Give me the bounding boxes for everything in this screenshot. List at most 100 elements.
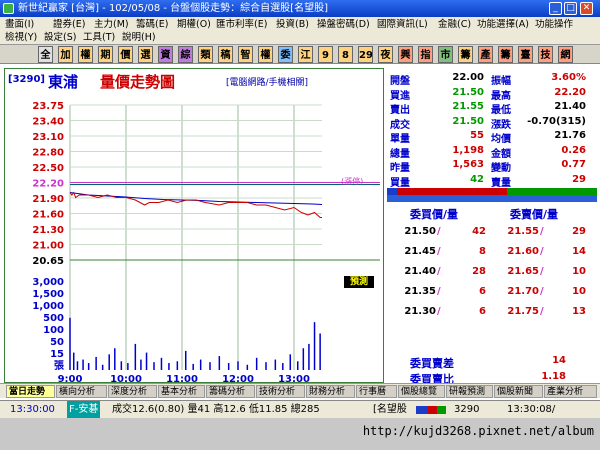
quote-label: 金額 — [491, 148, 511, 160]
volume-tick-label: 3,000 — [32, 277, 64, 288]
quote-value: -0.70(315) — [527, 115, 586, 127]
quote-value: 0.77 — [561, 159, 586, 170]
quote-label: 振幅 — [491, 76, 511, 87]
quote-label: 單量 — [390, 134, 410, 145]
ask-volume: 14 — [572, 246, 586, 257]
bottom-tab[interactable]: 產業分析 — [544, 385, 597, 398]
ask-header: 委賣價/量 — [510, 208, 559, 221]
price-tick-label: 20.65 — [32, 256, 64, 267]
ask-slash: / — [540, 246, 544, 257]
volume-tick-label: 1,500 — [32, 289, 64, 300]
bid-volume: 42 — [472, 226, 486, 237]
ask-price: 21.70 — [507, 286, 539, 297]
price-tick-label: 22.80 — [32, 148, 64, 159]
bottom-tabs: 當日走勢 橫向分析 深度分析 基本分析 籌碼分析 技術分析 財務分析 行事曆 個股總覽 研報預測個… — [0, 383, 600, 398]
quote-value: 21.40 — [554, 101, 586, 112]
price-tick-label: 21.30 — [32, 225, 64, 236]
quote-label: 成交 — [390, 119, 410, 131]
status-bar: 13:30:00 F-安碁 成交12.6(0.80) 量41 高12.6 低11… — [0, 400, 600, 419]
bid-slash: / — [437, 246, 441, 257]
ask-slash: / — [540, 286, 544, 297]
bid-slash: / — [437, 226, 441, 237]
bid-price: 21.35 — [404, 286, 436, 297]
bid-ask-diff-label: 委買賣差 — [410, 357, 454, 370]
quote-value: 1,198 — [452, 144, 484, 156]
price-tick-label: 22.50 — [32, 163, 64, 174]
price-tick-label: 21.00 — [32, 241, 64, 252]
quote-value: 3.60% — [551, 72, 586, 83]
quote-label: 最高 — [491, 90, 511, 102]
quote-label: 買量 — [390, 177, 410, 189]
quote-value: 55 — [470, 130, 484, 141]
ask-price: 21.60 — [507, 246, 539, 257]
status-clock: 13:30:08/ — [507, 404, 556, 415]
bid-slash: / — [437, 266, 441, 277]
bottom-tab[interactable]: 個股總覽 — [398, 385, 445, 398]
bottom-tab[interactable]: 當日走勢 — [6, 385, 55, 398]
quote-label: 賣量 — [491, 177, 511, 189]
bid-ask-ratio-value: 1.18 — [541, 371, 566, 382]
bottom-tab[interactable]: 個股新聞 — [494, 385, 543, 398]
bottom-tab[interactable]: 橫向分析 — [56, 385, 107, 398]
bottom-tab[interactable]: 財務分析 — [306, 385, 355, 398]
ask-volume: 10 — [572, 286, 586, 297]
quote-label: 變動 — [491, 163, 511, 174]
status-code: 3290 — [454, 404, 480, 415]
bid-price: 21.30 — [404, 306, 436, 317]
ask-volume: 13 — [572, 306, 586, 317]
quote-label: 最低 — [491, 105, 511, 116]
bid-ask-bar — [387, 188, 597, 202]
bid-header: 委買價/量 — [410, 208, 459, 221]
status-group: [名望股 — [373, 404, 407, 415]
quote-label: 昨量 — [390, 163, 410, 174]
quote-value: 21.76 — [554, 130, 586, 141]
ask-slash: / — [540, 226, 544, 237]
quote-value: 22.20 — [554, 86, 586, 98]
bid-slash: / — [437, 306, 441, 317]
quote-label: 開盤 — [390, 76, 410, 87]
volume-tick-label: 50 — [50, 337, 64, 348]
bid-price: 21.45 — [404, 246, 436, 257]
quote-value: 42 — [470, 173, 484, 185]
bid-ask-diff-value: 14 — [552, 355, 566, 366]
ask-volume: 10 — [572, 266, 586, 277]
bottom-tab[interactable]: 籌碼分析 — [206, 385, 255, 398]
footer: http://kujd3268.pixnet.net/album — [0, 418, 600, 450]
volume-tick-label: 1,000 — [32, 301, 64, 312]
bottom-tab[interactable]: 技術分析 — [256, 385, 305, 398]
bid-volume: 28 — [472, 266, 486, 277]
quote-label: 賣出 — [390, 105, 410, 116]
quote-value: 29 — [572, 173, 586, 185]
ask-volume: 29 — [572, 226, 586, 237]
volume-tick-label: 500 — [43, 313, 64, 324]
bid-volume: 6 — [479, 286, 486, 297]
bid-volume: 6 — [479, 306, 486, 317]
quote-value: 21.50 — [452, 86, 484, 98]
quote-value: 22.00 — [452, 72, 484, 83]
quote-label: 買進 — [390, 90, 410, 102]
bottom-tab[interactable]: 深度分析 — [108, 385, 157, 398]
ask-price: 21.55 — [507, 226, 539, 237]
price-tick-label: 23.75 — [32, 101, 64, 112]
volume-tick-label: 張 — [54, 360, 65, 372]
quote-value: 21.50 — [452, 115, 484, 127]
quote-label: 漲跌 — [491, 119, 511, 131]
ask-price: 21.75 — [507, 306, 539, 317]
limit-up-note: (漲停) — [341, 177, 364, 186]
watermark-url: http://kujd3268.pixnet.net/album — [362, 424, 594, 438]
bottom-tab[interactable]: 基本分析 — [158, 385, 205, 398]
quote-label: 總量 — [390, 148, 410, 160]
ask-slash: / — [540, 266, 544, 277]
price-tick-label: 21.90 — [32, 194, 64, 205]
bid-price: 21.40 — [404, 266, 436, 277]
volume-tick-label: 15 — [50, 349, 64, 360]
bottom-tab[interactable]: 研報預測 — [446, 385, 493, 398]
ask-slash: / — [540, 306, 544, 317]
status-text: 成交12.6(0.80) 量41 高12.6 低11.85 總285 — [112, 404, 320, 415]
predict-button[interactable]: 預測 — [344, 276, 374, 288]
price-tick-label: 23.40 — [32, 117, 64, 128]
bid-slash: / — [437, 286, 441, 297]
bottom-tab[interactable]: 行事曆 — [356, 385, 397, 398]
status-time: 13:30:00 — [10, 404, 55, 415]
ask-price: 21.65 — [507, 266, 539, 277]
